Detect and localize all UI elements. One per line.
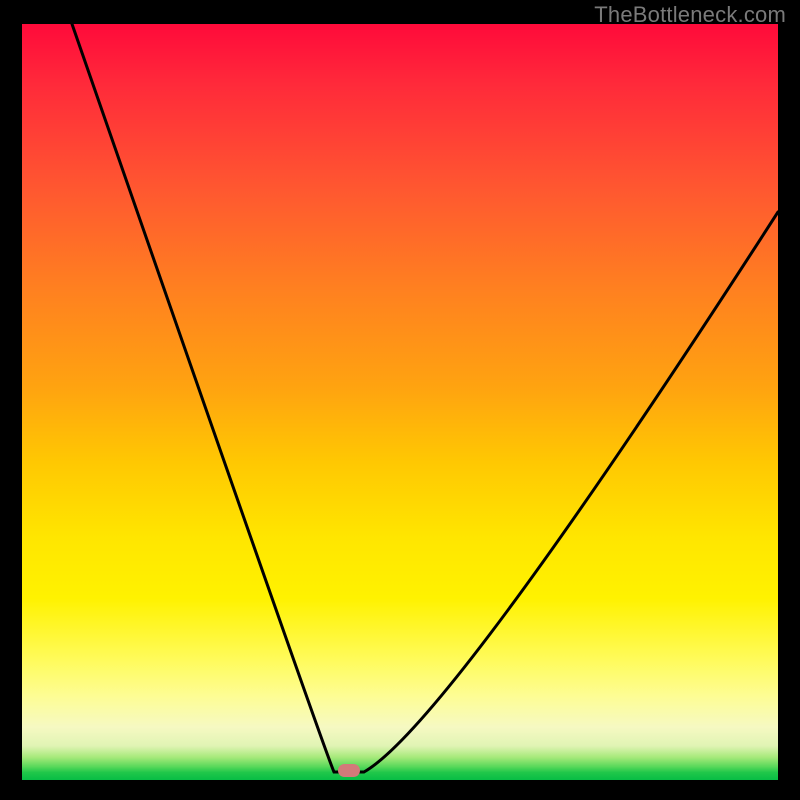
- bottleneck-curve: [22, 24, 778, 780]
- plot-area: [22, 24, 778, 780]
- minimum-marker: [338, 764, 360, 777]
- curve-path: [72, 24, 778, 772]
- chart-frame: TheBottleneck.com: [0, 0, 800, 800]
